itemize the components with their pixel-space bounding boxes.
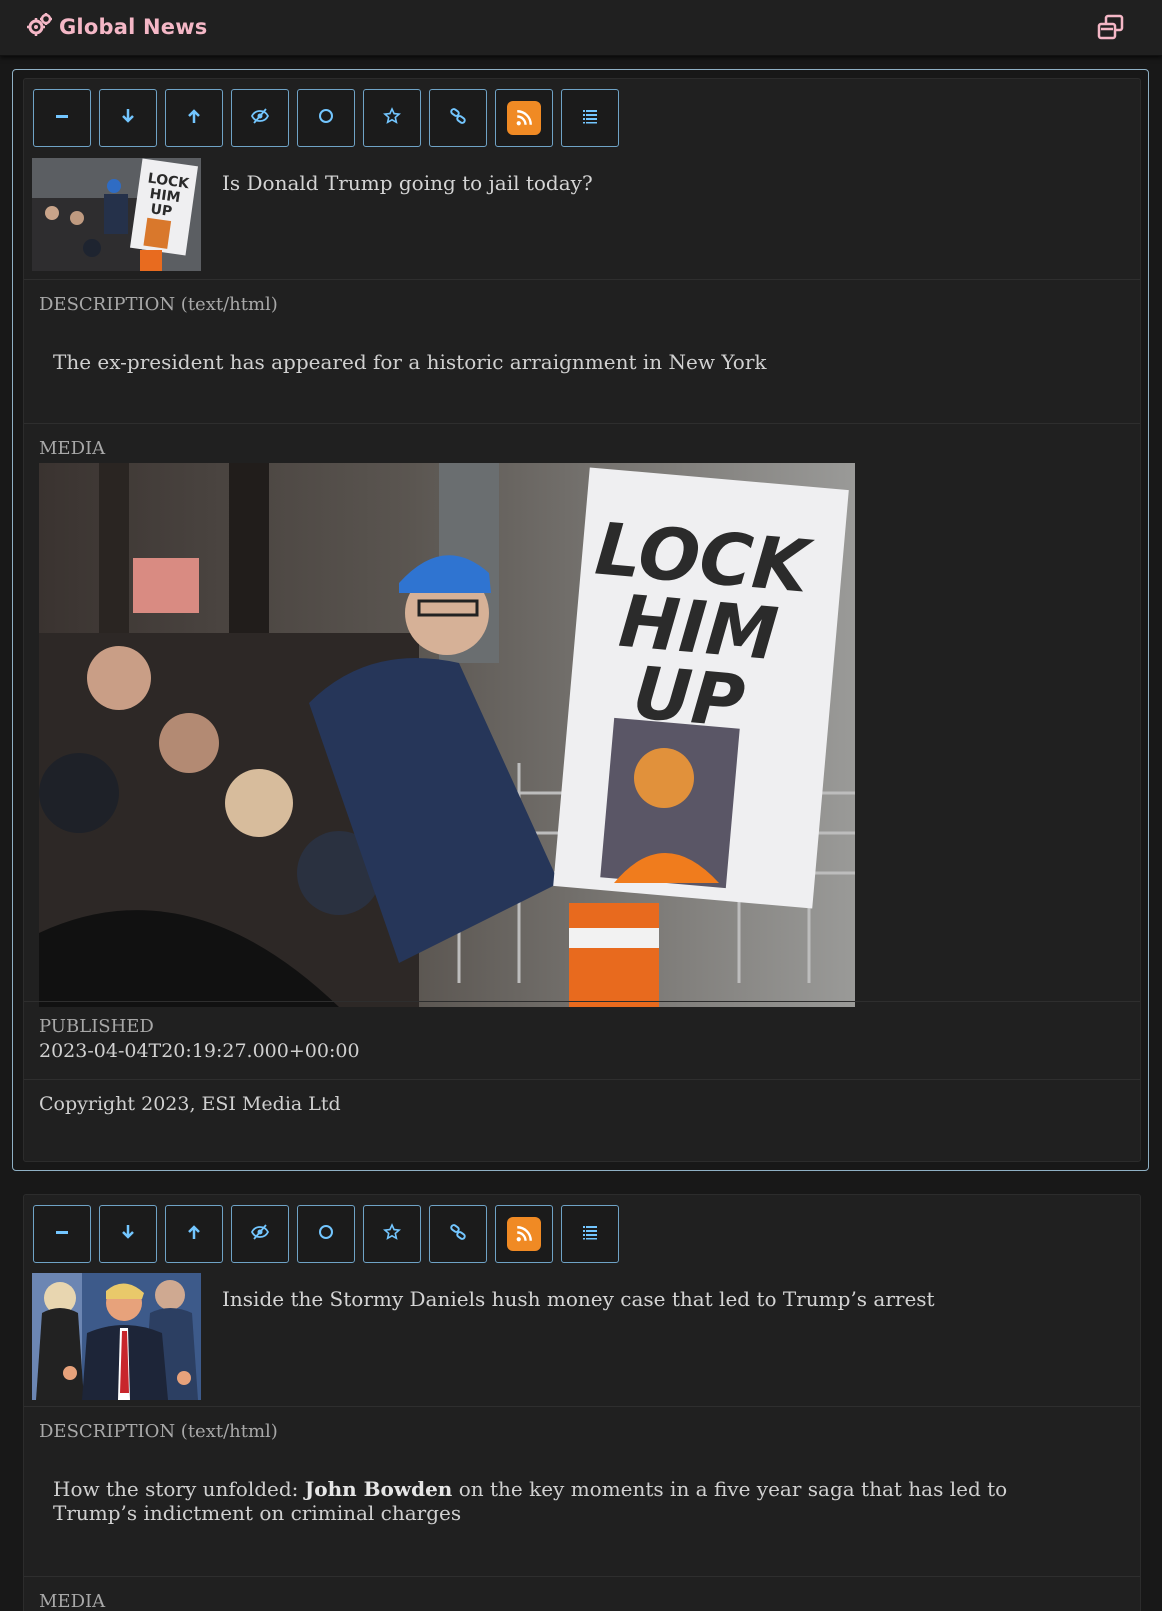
- feed-button[interactable]: [495, 1205, 553, 1263]
- next-button[interactable]: [99, 89, 157, 147]
- previous-button[interactable]: [165, 1205, 223, 1263]
- details-button[interactable]: [561, 89, 619, 147]
- arrow-down-icon: [119, 107, 137, 129]
- item-thumbnail[interactable]: [32, 1273, 201, 1400]
- link-icon: [449, 1223, 467, 1245]
- description-label: DESCRIPTION (text/html): [39, 1421, 278, 1442]
- description-section: DESCRIPTION (text/html) The ex-president…: [24, 279, 1140, 421]
- collapse-button[interactable]: [33, 89, 91, 147]
- feed-button[interactable]: [495, 89, 553, 147]
- star-button[interactable]: [363, 89, 421, 147]
- description-label: DESCRIPTION (text/html): [39, 294, 278, 315]
- window-restore-icon[interactable]: [1097, 14, 1125, 40]
- list-icon: [581, 107, 599, 129]
- collapse-button[interactable]: [33, 1205, 91, 1263]
- feed-item: LOCK HIM UP Is Donald Trump going to jai…: [23, 78, 1141, 1162]
- mark-read-button[interactable]: [231, 89, 289, 147]
- unread-button[interactable]: [297, 89, 355, 147]
- star-icon: [382, 107, 402, 129]
- previous-button[interactable]: [165, 89, 223, 147]
- minus-icon: [53, 1223, 71, 1245]
- published-value: 2023-04-04T20:19:27.000+00:00: [39, 1040, 360, 1062]
- media-label: MEDIA: [39, 1591, 106, 1611]
- open-link-button[interactable]: [429, 1205, 487, 1263]
- item-toolbar: [33, 89, 627, 147]
- description-text: How the story unfolded: John Bowden on t…: [53, 1477, 1063, 1525]
- item-headline[interactable]: Inside the Stormy Daniels hush money cas…: [222, 1287, 935, 1311]
- description-prefix: How the story unfolded:: [53, 1477, 305, 1501]
- item-toolbar: [33, 1205, 627, 1263]
- rss-icon: [507, 101, 541, 135]
- item-headline[interactable]: Is Donald Trump going to jail today?: [222, 171, 593, 195]
- published-label: PUBLISHED: [39, 1016, 154, 1037]
- published-section: PUBLISHED 2023-04-04T20:19:27.000+00:00: [24, 1001, 1140, 1079]
- open-link-button[interactable]: [429, 89, 487, 147]
- gears-icon: [27, 13, 53, 41]
- feed-item: Inside the Stormy Daniels hush money cas…: [23, 1194, 1141, 1611]
- circle-icon: [317, 1223, 335, 1245]
- link-icon: [449, 107, 467, 129]
- arrow-up-icon: [185, 107, 203, 129]
- brand[interactable]: Global News: [27, 13, 208, 41]
- mark-read-button[interactable]: [231, 1205, 289, 1263]
- list-icon: [581, 1223, 599, 1245]
- copyright-section: Copyright 2023, ESI Media Ltd: [24, 1079, 1140, 1133]
- minus-icon: [53, 107, 71, 129]
- top-bar: Global News: [0, 0, 1162, 56]
- item-thumbnail[interactable]: LOCK HIM UP: [32, 158, 201, 271]
- rss-icon: [507, 1217, 541, 1251]
- description-section: DESCRIPTION (text/html) How the story un…: [24, 1406, 1140, 1574]
- next-button[interactable]: [99, 1205, 157, 1263]
- copyright-text: Copyright 2023, ESI Media Ltd: [39, 1093, 341, 1115]
- app-title: Global News: [59, 15, 208, 39]
- description-author[interactable]: John Bowden: [305, 1477, 453, 1501]
- description-text: The ex-president has appeared for a hist…: [53, 350, 767, 374]
- unread-button[interactable]: [297, 1205, 355, 1263]
- circle-icon: [317, 107, 335, 129]
- arrow-up-icon: [185, 1223, 203, 1245]
- details-button[interactable]: [561, 1205, 619, 1263]
- eye-slash-icon: [250, 107, 270, 129]
- media-label: MEDIA: [39, 438, 106, 459]
- arrow-down-icon: [119, 1223, 137, 1245]
- media-image[interactable]: LOCK HIM UP: [39, 463, 855, 1007]
- svg-text:UP: UP: [149, 201, 173, 220]
- star-button[interactable]: [363, 1205, 421, 1263]
- media-section: MEDIA: [24, 1576, 1140, 1611]
- eye-slash-icon: [250, 1223, 270, 1245]
- star-icon: [382, 1223, 402, 1245]
